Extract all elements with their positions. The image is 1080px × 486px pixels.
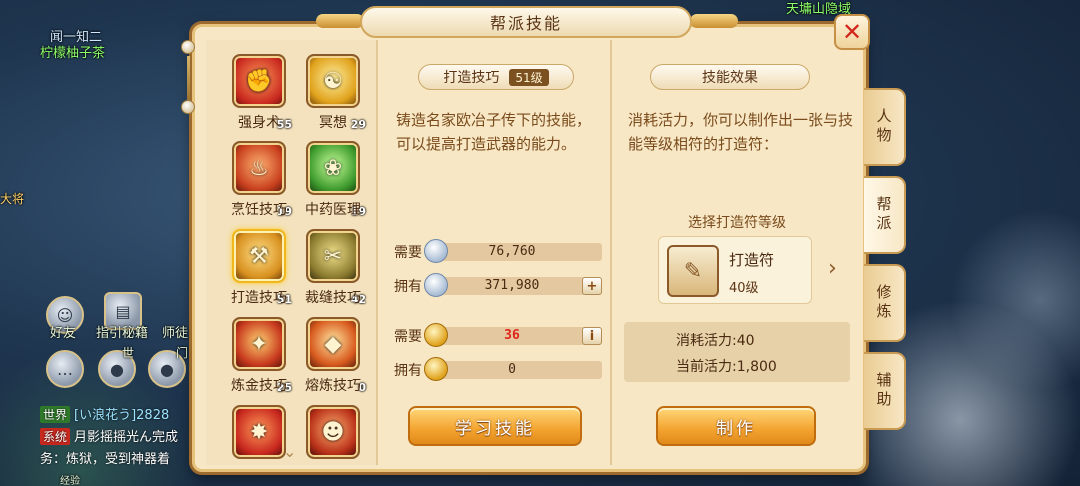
talisman-item-card[interactable]: ✎ 打造符 40级 xyxy=(658,236,812,304)
skill-name: 熔炼技巧 xyxy=(305,378,361,394)
panel-title: 帮派技能 xyxy=(489,14,562,33)
skill-title-pill: 打造技巧 51级 xyxy=(418,64,574,90)
chat-text: 月影摇摇光ん完成 xyxy=(74,430,179,445)
npc-name: 大将 xyxy=(0,192,25,206)
tab-guild[interactable]: 帮派 xyxy=(864,176,906,254)
skill-name: 裁缝技巧 xyxy=(305,290,361,306)
cooking-icon: ♨ xyxy=(232,141,286,195)
chat-line[interactable]: 系统 月影摇摇光ん完成 xyxy=(40,426,178,445)
make-button[interactable]: 制作 xyxy=(656,406,816,446)
next-tier-chevron-icon[interactable]: › xyxy=(828,256,837,281)
tab-cultivation[interactable]: 修炼 xyxy=(864,264,906,342)
xp-label: 经验 xyxy=(60,476,80,486)
skill-item[interactable]: ✦ 25 炼金技巧 xyxy=(222,311,296,395)
chat-bubble-icon: … xyxy=(57,359,73,379)
current-vitality: 当前活力:1,800 xyxy=(676,359,777,375)
skill-item-selected[interactable]: ⚒ 51 打造技巧 xyxy=(222,223,296,307)
tab-character[interactable]: 人物 xyxy=(864,88,906,166)
skill-level-badge: 51级 xyxy=(509,68,549,86)
herb-icon: ❀ xyxy=(306,141,360,195)
skill-name: 冥想 xyxy=(319,115,347,131)
skill-title: 打造技巧 xyxy=(443,70,500,86)
need-label: 需要 xyxy=(394,329,422,345)
player-name: 柠檬柚子茶 xyxy=(40,46,106,61)
guide-label[interactable]: 指引秘籍 xyxy=(96,322,148,341)
gold-need-value: 36 xyxy=(504,328,520,343)
title-flourish-left xyxy=(316,14,364,28)
skill-item[interactable]: ☯ 29 冥想 xyxy=(296,48,370,132)
skill-name: 强身术 xyxy=(238,115,280,131)
tab-label: 帮派 xyxy=(874,196,893,234)
meditation-icon: ☯ xyxy=(306,54,360,108)
skill-item[interactable]: ♨ 19 烹饪技巧 xyxy=(222,135,296,219)
chat-channel-tag: 世界 xyxy=(40,406,71,423)
chat-line[interactable]: 世界 [い浪花う]2828 xyxy=(40,404,169,423)
tab-assist[interactable]: 辅助 xyxy=(864,352,906,430)
effect-description: 消耗活力，你可以制作出一张与技能等级相符的打造符： xyxy=(628,111,854,153)
silver-have-row: 拥有 371,980 + xyxy=(394,273,604,297)
have-label: 拥有 xyxy=(394,363,422,379)
chat-button[interactable]: … xyxy=(46,350,84,388)
effect-header-pill: 技能效果 xyxy=(650,64,810,90)
select-tier-label: 选择打造符等级 xyxy=(688,215,786,231)
needle-icon: ✂ xyxy=(306,229,360,283)
title-flourish-right xyxy=(690,14,738,28)
tab-label: 修炼 xyxy=(874,284,893,322)
skill-name: 打造技巧 xyxy=(231,290,287,306)
have-label: 拥有 xyxy=(394,279,422,295)
cost-vitality: 消耗活力:40 xyxy=(676,333,755,349)
silver-have-value: 371,980 xyxy=(484,278,540,293)
info-button[interactable]: i xyxy=(582,327,602,345)
chat-text: 务：炼狱，受到神器着 xyxy=(40,452,171,467)
gold-have-value: 0 xyxy=(508,362,516,377)
master-label[interactable]: 师徒 xyxy=(162,322,188,341)
gold-have-row: 拥有 0 xyxy=(394,357,604,381)
skill-item[interactable]: ✊ 55 强身术 xyxy=(222,48,296,132)
voice-world-label: 世 xyxy=(122,346,135,360)
tab-label: 人物 xyxy=(874,108,893,146)
skill-item[interactable]: ◆ 0 熔炼技巧 xyxy=(296,311,370,395)
skill-name: 炼金技巧 xyxy=(231,378,287,394)
silver-need-value: 76,760 xyxy=(488,244,536,259)
skill-description: 铸造名家欧冶子传下的技能，可以提高打造武器的能力。 xyxy=(396,111,592,153)
chat-line[interactable]: 务：炼狱，受到神器着 xyxy=(40,448,170,467)
skill-item[interactable]: ❀ 19 中药医理 xyxy=(296,135,370,219)
friends-label: 好友 xyxy=(50,326,77,341)
scroll-down-chevron-icon[interactable]: ⌄ xyxy=(283,442,296,461)
muscle-icon: ✊ xyxy=(232,54,286,108)
item-level: 40级 xyxy=(729,281,759,296)
chat-channel-tag: 系统 xyxy=(40,428,71,445)
vitality-box: 消耗活力:40 当前活力:1,800 xyxy=(624,322,850,382)
skill-effect: 技能效果 消耗活力，你可以制作出一张与技能等级相符的打造符： 选择打造符等级 ✎… xyxy=(610,40,860,465)
learn-skill-button[interactable]: 学习技能 xyxy=(408,406,582,446)
smelting-icon: ◆ xyxy=(306,317,360,371)
skill-item[interactable]: ☻ 18 xyxy=(296,399,370,465)
gold-need-row: 需要 36 i xyxy=(394,323,604,347)
alchemy-icon: ✦ xyxy=(232,317,286,371)
chat-text: [い浪花う]2828 xyxy=(74,408,170,423)
mask-icon: ☻ xyxy=(306,405,360,459)
need-label: 需要 xyxy=(394,245,422,261)
skill-list[interactable]: ✊ 55 强身术 ☯ 29 冥想 ♨ 19 烹饪技巧 ❀ 19 中药医理 ⚒ 5… xyxy=(206,40,378,465)
voice-gate-label: 门 xyxy=(176,346,189,360)
tab-label: 辅助 xyxy=(874,372,893,410)
hammer-icon: ⚒ xyxy=(232,229,286,283)
panel-title-bar: 帮派技能 xyxy=(360,6,692,38)
skill-name: 中药医理 xyxy=(305,202,361,218)
tassel-ornament xyxy=(180,40,196,118)
fire-skill-icon: ✸ xyxy=(232,405,286,459)
scroll-icon: ✎ xyxy=(667,245,719,297)
silver-need-row: 需要 76,760 xyxy=(394,239,604,263)
effect-header: 技能效果 xyxy=(702,70,758,86)
skill-detail: 打造技巧 51级 铸造名家欧冶子传下的技能，可以提高打造武器的能力。 需要 76… xyxy=(382,40,608,465)
add-silver-button[interactable]: + xyxy=(582,277,602,295)
skill-item[interactable]: ✂ 42 裁缝技巧 xyxy=(296,223,370,307)
item-name: 打造符 xyxy=(729,251,775,269)
skill-name: 烹饪技巧 xyxy=(231,202,287,218)
